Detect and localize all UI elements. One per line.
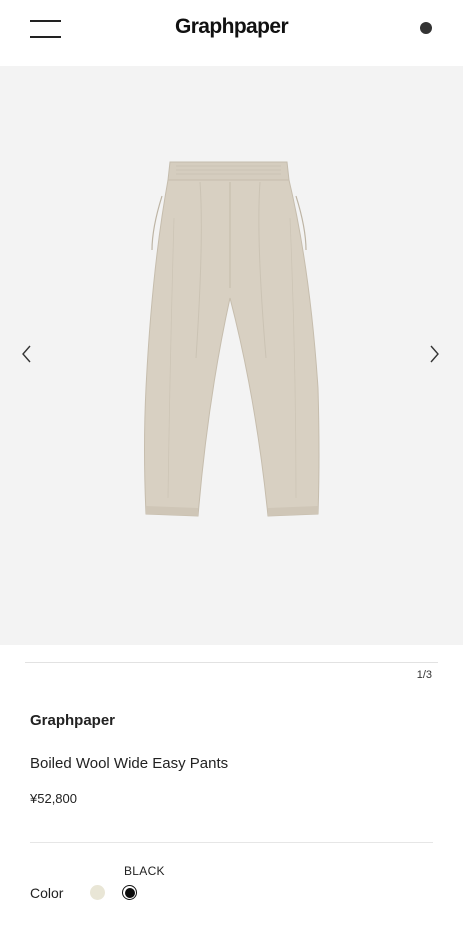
account-dot-icon[interactable] bbox=[420, 22, 432, 34]
chevron-left-icon bbox=[22, 345, 31, 363]
color-swatch-black[interactable] bbox=[122, 885, 137, 900]
product-brand[interactable]: Graphpaper bbox=[30, 712, 115, 729]
color-swatch-beige[interactable] bbox=[90, 885, 105, 900]
selected-color-name: BLACK bbox=[124, 864, 165, 878]
product-image-gallery[interactable] bbox=[0, 66, 463, 645]
section-divider bbox=[30, 842, 433, 843]
color-label: Color bbox=[30, 885, 64, 901]
chevron-right-icon bbox=[430, 345, 439, 363]
header: Graphpaper bbox=[0, 0, 463, 66]
gallery-next-button[interactable] bbox=[422, 342, 446, 366]
product-price: ¥52,800 bbox=[30, 791, 77, 806]
brand-logo[interactable]: Graphpaper bbox=[0, 15, 463, 39]
product-name: Boiled Wool Wide Easy Pants bbox=[30, 755, 229, 772]
product-image bbox=[144, 161, 320, 517]
gallery-divider bbox=[25, 662, 438, 663]
image-counter: 1/3 bbox=[416, 669, 432, 681]
gallery-prev-button[interactable] bbox=[15, 342, 39, 366]
